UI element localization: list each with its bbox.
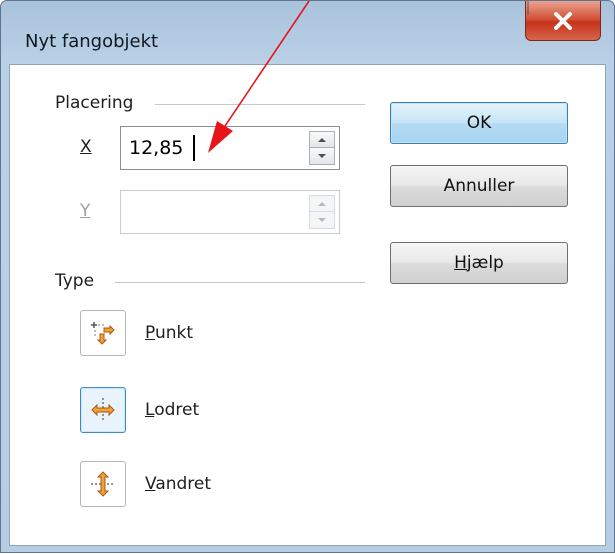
y-increment-button bbox=[309, 195, 335, 212]
point-mnemonic: P bbox=[145, 323, 155, 343]
dialog-body: Placering X Y bbox=[9, 64, 606, 546]
placement-group-title: Placering bbox=[55, 93, 134, 113]
y-spinfield bbox=[120, 190, 340, 234]
cancel-button[interactable]: Annuller bbox=[390, 165, 568, 207]
horizontal-label-rest: andret bbox=[155, 474, 212, 494]
horizontal-type-label[interactable]: Vandret bbox=[145, 474, 211, 494]
point-type-label[interactable]: Punkt bbox=[145, 323, 193, 343]
x-spinfield[interactable] bbox=[120, 126, 340, 170]
help-button[interactable]: Hjælp bbox=[390, 242, 568, 284]
placement-group-divider bbox=[155, 104, 365, 105]
y-input bbox=[121, 191, 297, 233]
x-input[interactable] bbox=[121, 127, 297, 169]
y-decrement-button bbox=[309, 212, 335, 229]
vertical-label-rest: odret bbox=[154, 400, 200, 420]
horizontal-type-button[interactable] bbox=[80, 461, 126, 507]
x-label: X bbox=[80, 137, 92, 157]
chevron-down-icon bbox=[318, 218, 326, 222]
ok-button[interactable]: OK bbox=[390, 102, 568, 144]
chevron-up-icon bbox=[318, 201, 326, 206]
horizontal-line-icon bbox=[91, 471, 115, 497]
title-bar[interactable]: Nyt fangobjekt bbox=[1, 1, 614, 63]
help-mnemonic: H bbox=[454, 253, 467, 273]
dialog-window: Nyt fangobjekt Placering X Y bbox=[0, 0, 615, 553]
vertical-type-button[interactable] bbox=[80, 387, 126, 433]
point-label-rest: unkt bbox=[154, 323, 194, 343]
chevron-up-icon bbox=[318, 137, 326, 142]
type-group-title: Type bbox=[55, 271, 95, 291]
type-group-divider bbox=[115, 282, 365, 283]
window-title: Nyt fangobjekt bbox=[25, 31, 159, 52]
x-spin-buttons bbox=[309, 131, 335, 165]
y-label: Y bbox=[80, 201, 91, 221]
x-increment-button[interactable] bbox=[309, 131, 335, 148]
chevron-down-icon bbox=[318, 154, 326, 158]
vertical-mnemonic: L bbox=[145, 400, 155, 420]
vertical-line-icon bbox=[91, 398, 115, 422]
close-icon bbox=[554, 11, 572, 30]
close-button[interactable] bbox=[525, 1, 601, 41]
point-type-button[interactable] bbox=[80, 310, 126, 356]
vertical-type-label[interactable]: Lodret bbox=[145, 400, 199, 420]
x-decrement-button[interactable] bbox=[309, 148, 335, 165]
y-spin-buttons bbox=[309, 195, 335, 229]
point-icon bbox=[91, 322, 115, 345]
horizontal-mnemonic: V bbox=[145, 474, 156, 494]
help-label-rest: jælp bbox=[466, 253, 504, 273]
text-caret bbox=[193, 135, 195, 161]
